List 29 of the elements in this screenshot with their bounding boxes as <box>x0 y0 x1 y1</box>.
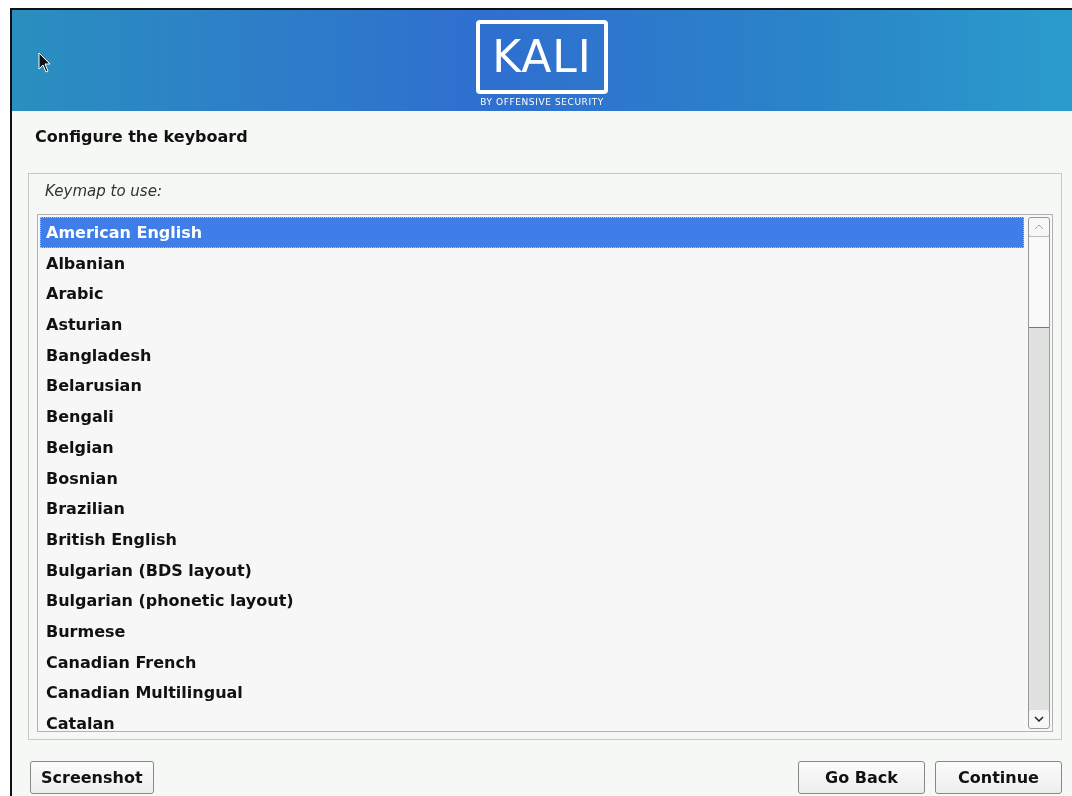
keymap-prompt: Keymap to use: <box>45 182 162 200</box>
keymap-item[interactable]: Bulgarian (BDS layout) <box>40 554 1024 586</box>
keymap-item[interactable]: Belarusian <box>40 370 1024 402</box>
scroll-up-icon[interactable] <box>1029 218 1049 236</box>
go-back-button[interactable]: Go Back <box>798 761 925 794</box>
keymap-item[interactable]: Canadian Multilingual <box>40 677 1024 708</box>
scroll-down-icon[interactable] <box>1029 710 1049 728</box>
keymap-item[interactable]: American English <box>40 217 1024 248</box>
scroll-thumb[interactable] <box>1029 236 1049 328</box>
page-title: Configure the keyboard <box>34 126 249 148</box>
keymap-item[interactable]: Arabic <box>40 278 1024 310</box>
logo-tagline: BY OFFENSIVE SECURITY <box>480 97 604 107</box>
mouse-pointer-icon <box>38 52 52 74</box>
keymap-item[interactable]: Canadian French <box>40 646 1024 678</box>
keymap-item[interactable]: Brazilian <box>40 493 1024 524</box>
scrollbar[interactable] <box>1028 217 1050 729</box>
continue-button[interactable]: Continue <box>935 761 1062 794</box>
logo-wordmark: KALI <box>476 20 608 94</box>
keymap-item[interactable]: Bengali <box>40 401 1024 432</box>
keymap-item[interactable]: Albanian <box>40 247 1024 279</box>
keymap-item[interactable]: Asturian <box>40 309 1024 340</box>
keymap-item[interactable]: Bosnian <box>40 462 1024 494</box>
keymap-item[interactable]: Belgian <box>40 431 1024 463</box>
keymap-item[interactable]: British English <box>40 523 1024 555</box>
keymap-item[interactable]: Burmese <box>40 615 1024 647</box>
keymap-item[interactable]: Catalan <box>40 708 1024 730</box>
keymap-item[interactable]: Bulgarian (phonetic layout) <box>40 585 1024 616</box>
screenshot-button[interactable]: Screenshot <box>30 761 154 794</box>
keymap-item[interactable]: Bangladesh <box>40 339 1024 371</box>
